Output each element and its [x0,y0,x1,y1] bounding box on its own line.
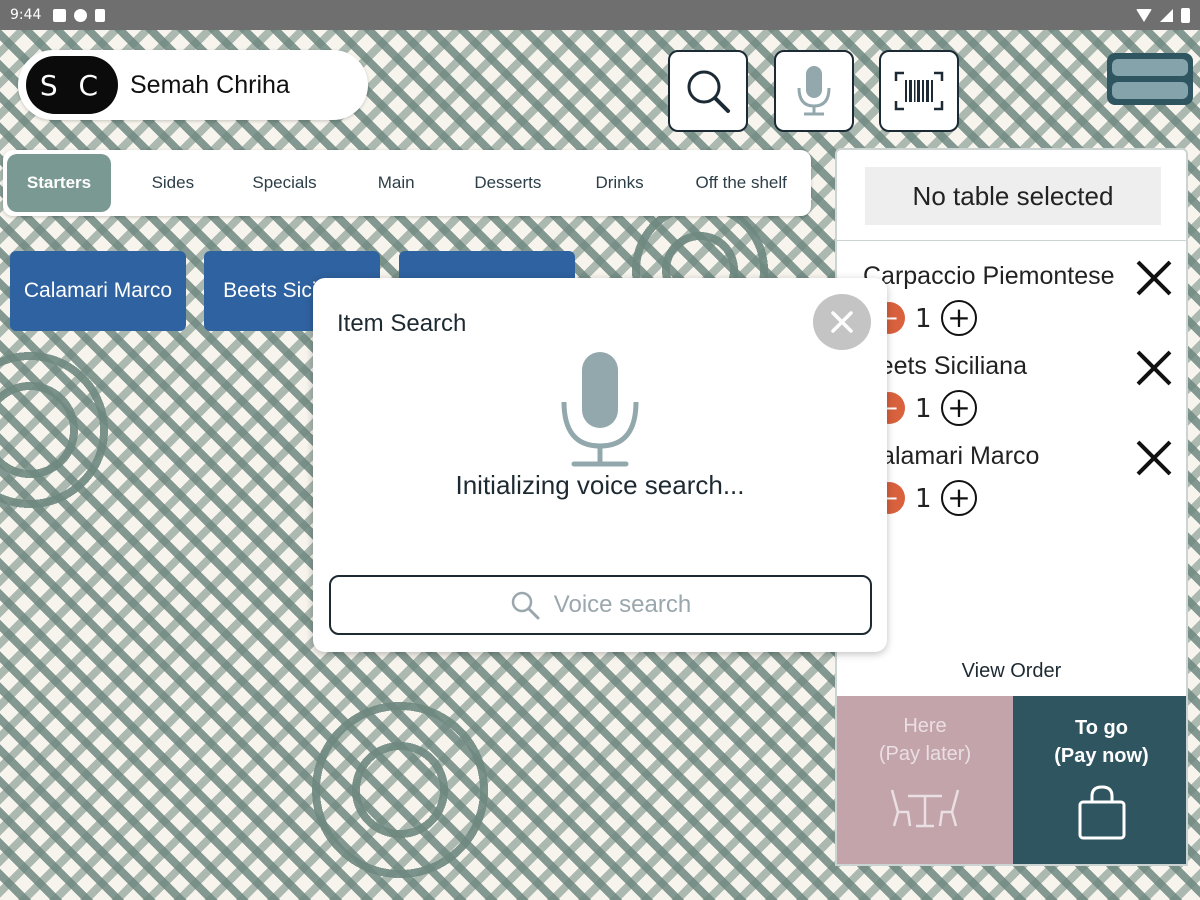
to-go-pay-now-button[interactable]: To go (Pay now) [1013,696,1186,864]
tab-desserts[interactable]: Desserts [452,154,564,212]
order-line: Calamari Marco − 1 + [837,434,1186,524]
item-search-dialog: Item Search Initializing voice search...… [313,278,887,652]
tab-main[interactable]: Main [340,154,452,212]
category-tabs: Starters Sides Specials Main Desserts Dr… [3,150,811,216]
microphone-icon [797,66,831,116]
user-profile[interactable]: S C Semah Chriha [18,50,368,120]
menu-icon [1112,59,1188,76]
remove-icon[interactable] [1134,258,1174,298]
shopping-bag-icon [1078,785,1125,840]
close-button[interactable] [813,294,871,350]
microphone-icon [561,352,639,467]
table-chairs-icon [890,789,960,828]
order-line-name: Calamari Marco [863,442,1040,470]
remove-icon[interactable] [1134,438,1174,478]
status-time: 9:44 [10,7,42,23]
togo-label: To go [1075,717,1128,739]
search-button[interactable] [668,50,748,132]
barcode-scan-button[interactable] [879,50,959,132]
battery-icon [1181,7,1190,23]
menu-icon-bar [1112,82,1188,99]
tab-specials[interactable]: Specials [229,154,341,212]
dialog-title: Item Search [337,310,467,337]
voice-search-button[interactable] [774,50,854,132]
here-pay-later-button[interactable]: Here (Pay later) [837,696,1013,864]
view-order-link[interactable]: View Order [837,660,1186,683]
signal-icon [1160,8,1173,22]
here-sublabel: (Pay later) [878,743,972,765]
status-bar: 9:44 [0,0,1200,30]
sd-card-icon [95,8,106,22]
user-name: Semah Chriha [130,70,290,99]
search-icon [687,70,730,113]
here-label: Here [903,715,947,737]
togo-sublabel: (Pay now) [1054,745,1149,767]
tab-drinks[interactable]: Drinks [564,154,676,212]
voice-search-status: Initializing voice search... [455,470,745,500]
order-line: Carpaccio Piemontese − 1 + [837,254,1186,344]
item-tile[interactable]: Calamari Marco [10,251,186,331]
remove-icon[interactable] [1134,348,1174,388]
voice-search-input[interactable]: Voice search [329,575,872,635]
barcode-icon [894,71,944,111]
table-selector[interactable]: No table selected [865,167,1161,225]
increase-quantity-button[interactable]: + [941,390,977,426]
notification-icon [53,8,67,22]
order-line-quantity: 1 [915,394,932,424]
divider [837,240,1186,241]
close-icon [831,311,853,333]
menu-button[interactable] [1107,53,1193,105]
order-line: Beets Siciliana − 1 + [837,344,1186,434]
increase-quantity-button[interactable]: + [941,300,977,336]
increase-quantity-button[interactable]: + [941,480,977,516]
order-line-quantity: 1 [915,304,932,334]
voice-search-placeholder: Voice search [553,591,692,618]
order-panel: No table selected Carpaccio Piemontese −… [835,148,1188,866]
order-line-name: Beets Siciliana [863,352,1027,380]
tab-sides[interactable]: Sides [117,154,229,212]
order-line-name: Carpaccio Piemontese [863,262,1115,290]
tab-off-the-shelf[interactable]: Off the shelf [675,154,807,212]
order-line-quantity: 1 [915,484,932,514]
tab-starters[interactable]: Starters [7,154,111,212]
app-notification-icon [74,8,88,22]
wifi-icon [1136,8,1152,22]
avatar: S C [26,56,118,114]
search-icon [511,591,540,620]
